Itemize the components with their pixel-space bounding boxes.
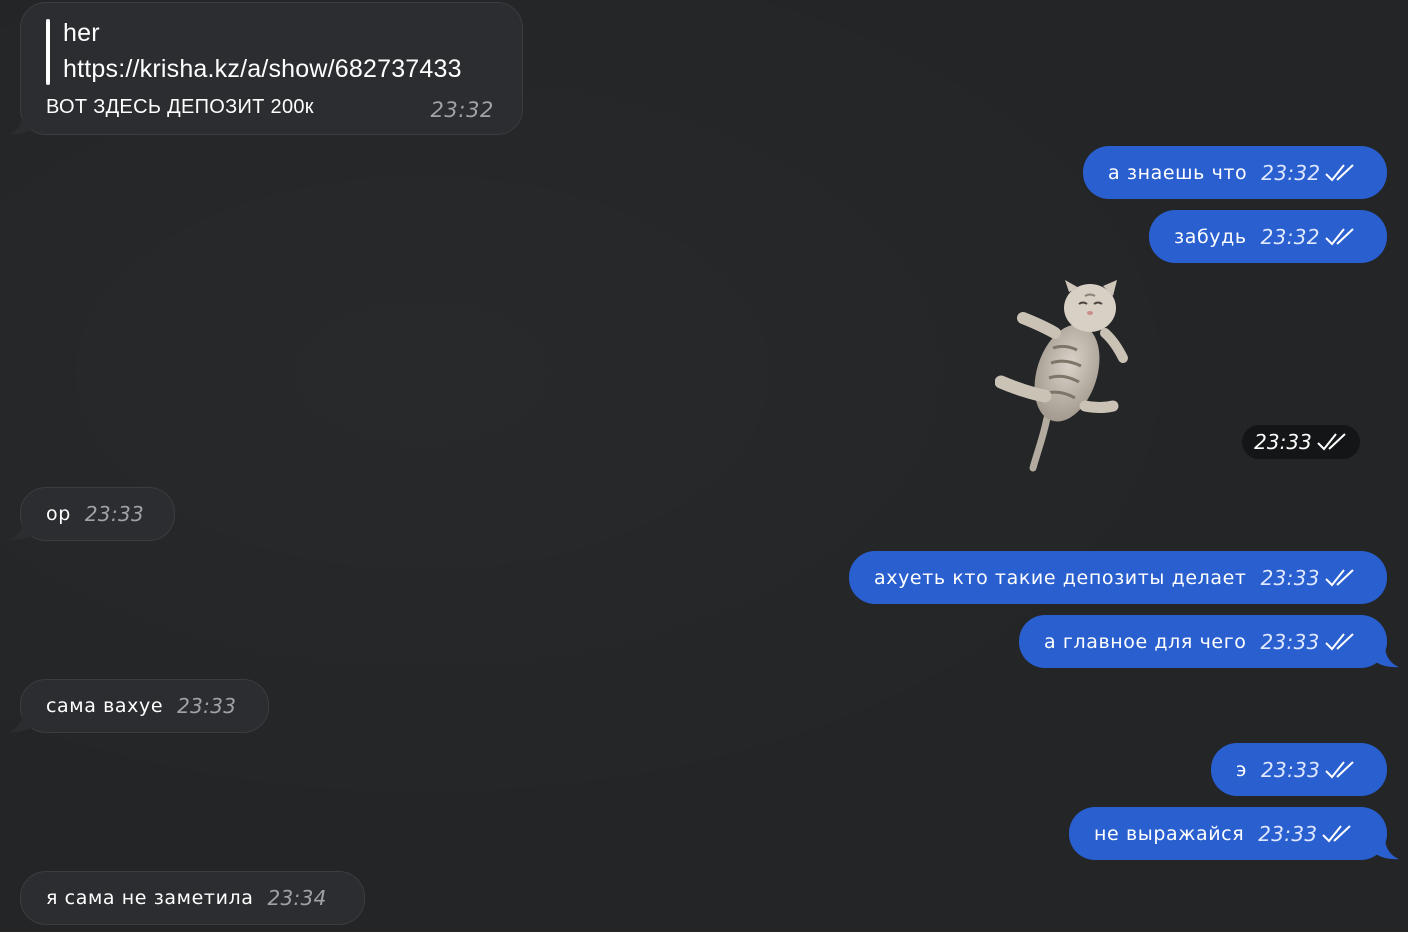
message-text: ВОТ ЗДЕСЬ ДЕПОЗИТ 200к (46, 96, 314, 118)
incoming-message[interactable]: her https://krisha.kz/a/show/682737433 В… (9, 2, 523, 135)
message-text: ахуеть кто такие депозиты делает (874, 566, 1247, 589)
chat-area: her https://krisha.kz/a/show/682737433 В… (0, 0, 1408, 932)
message-text: а знаешь что (1108, 161, 1248, 184)
double-check-icon (1325, 760, 1354, 778)
bubble-tail (9, 711, 35, 733)
message-time: 23:33 (84, 502, 145, 526)
double-check-icon (1324, 632, 1354, 650)
message-text: э (1236, 758, 1248, 781)
message-time: 23:33 (1260, 629, 1320, 654)
message-time: 23:33 (1260, 565, 1320, 590)
outgoing-message[interactable]: забудь 23:32 (1149, 210, 1387, 263)
incoming-message[interactable]: ор 23:33 (9, 487, 175, 541)
message-time: 23:33 (1261, 757, 1321, 782)
outgoing-message[interactable]: а главное для чего 23:33 (1019, 615, 1399, 668)
message-time: 23:32 (1260, 224, 1320, 249)
message-time: 23:34 (267, 886, 327, 910)
message-text: я сама не заметила (46, 887, 254, 909)
outgoing-message[interactable]: э 23:33 (1211, 743, 1387, 796)
sticker-time-badge: 23:33 (1242, 425, 1360, 459)
message-time: 23:33 (1258, 821, 1318, 846)
outgoing-message[interactable]: а знаешь что 23:32 (1083, 146, 1387, 199)
message-text: сама вахуе (46, 695, 164, 717)
bubble-tail (1373, 646, 1399, 668)
double-check-icon (1325, 227, 1354, 245)
double-check-icon (1317, 433, 1346, 451)
double-check-icon (1322, 824, 1352, 842)
quote-bar (46, 19, 50, 85)
message-time: 23:33 (177, 694, 237, 718)
message-time: 23:32 (1261, 160, 1321, 185)
double-check-icon (1325, 163, 1355, 181)
double-check-icon (1325, 568, 1354, 586)
incoming-message[interactable]: сама вахуе 23:33 (9, 679, 269, 733)
quote-author: her (63, 19, 100, 47)
bubble-tail (9, 519, 35, 541)
message-text: не выражайся (1094, 822, 1245, 845)
message-text: ор (46, 503, 71, 525)
bubble-tail (9, 113, 35, 135)
message-text: а главное для чего (1044, 630, 1247, 653)
quote-link[interactable]: https://krisha.kz/a/show/682737433 (63, 55, 462, 84)
message-time: 23:32 (430, 98, 494, 122)
message-time: 23:33 (1254, 430, 1312, 454)
kitten-sticker[interactable] (995, 278, 1130, 473)
outgoing-message[interactable]: не выражайся 23:33 (1069, 807, 1399, 860)
incoming-message[interactable]: я сама не заметила 23:34 (20, 871, 365, 925)
message-text: забудь (1174, 225, 1247, 248)
outgoing-message[interactable]: ахуеть кто такие депозиты делает 23:33 (849, 551, 1387, 604)
bubble-tail (1373, 838, 1399, 860)
